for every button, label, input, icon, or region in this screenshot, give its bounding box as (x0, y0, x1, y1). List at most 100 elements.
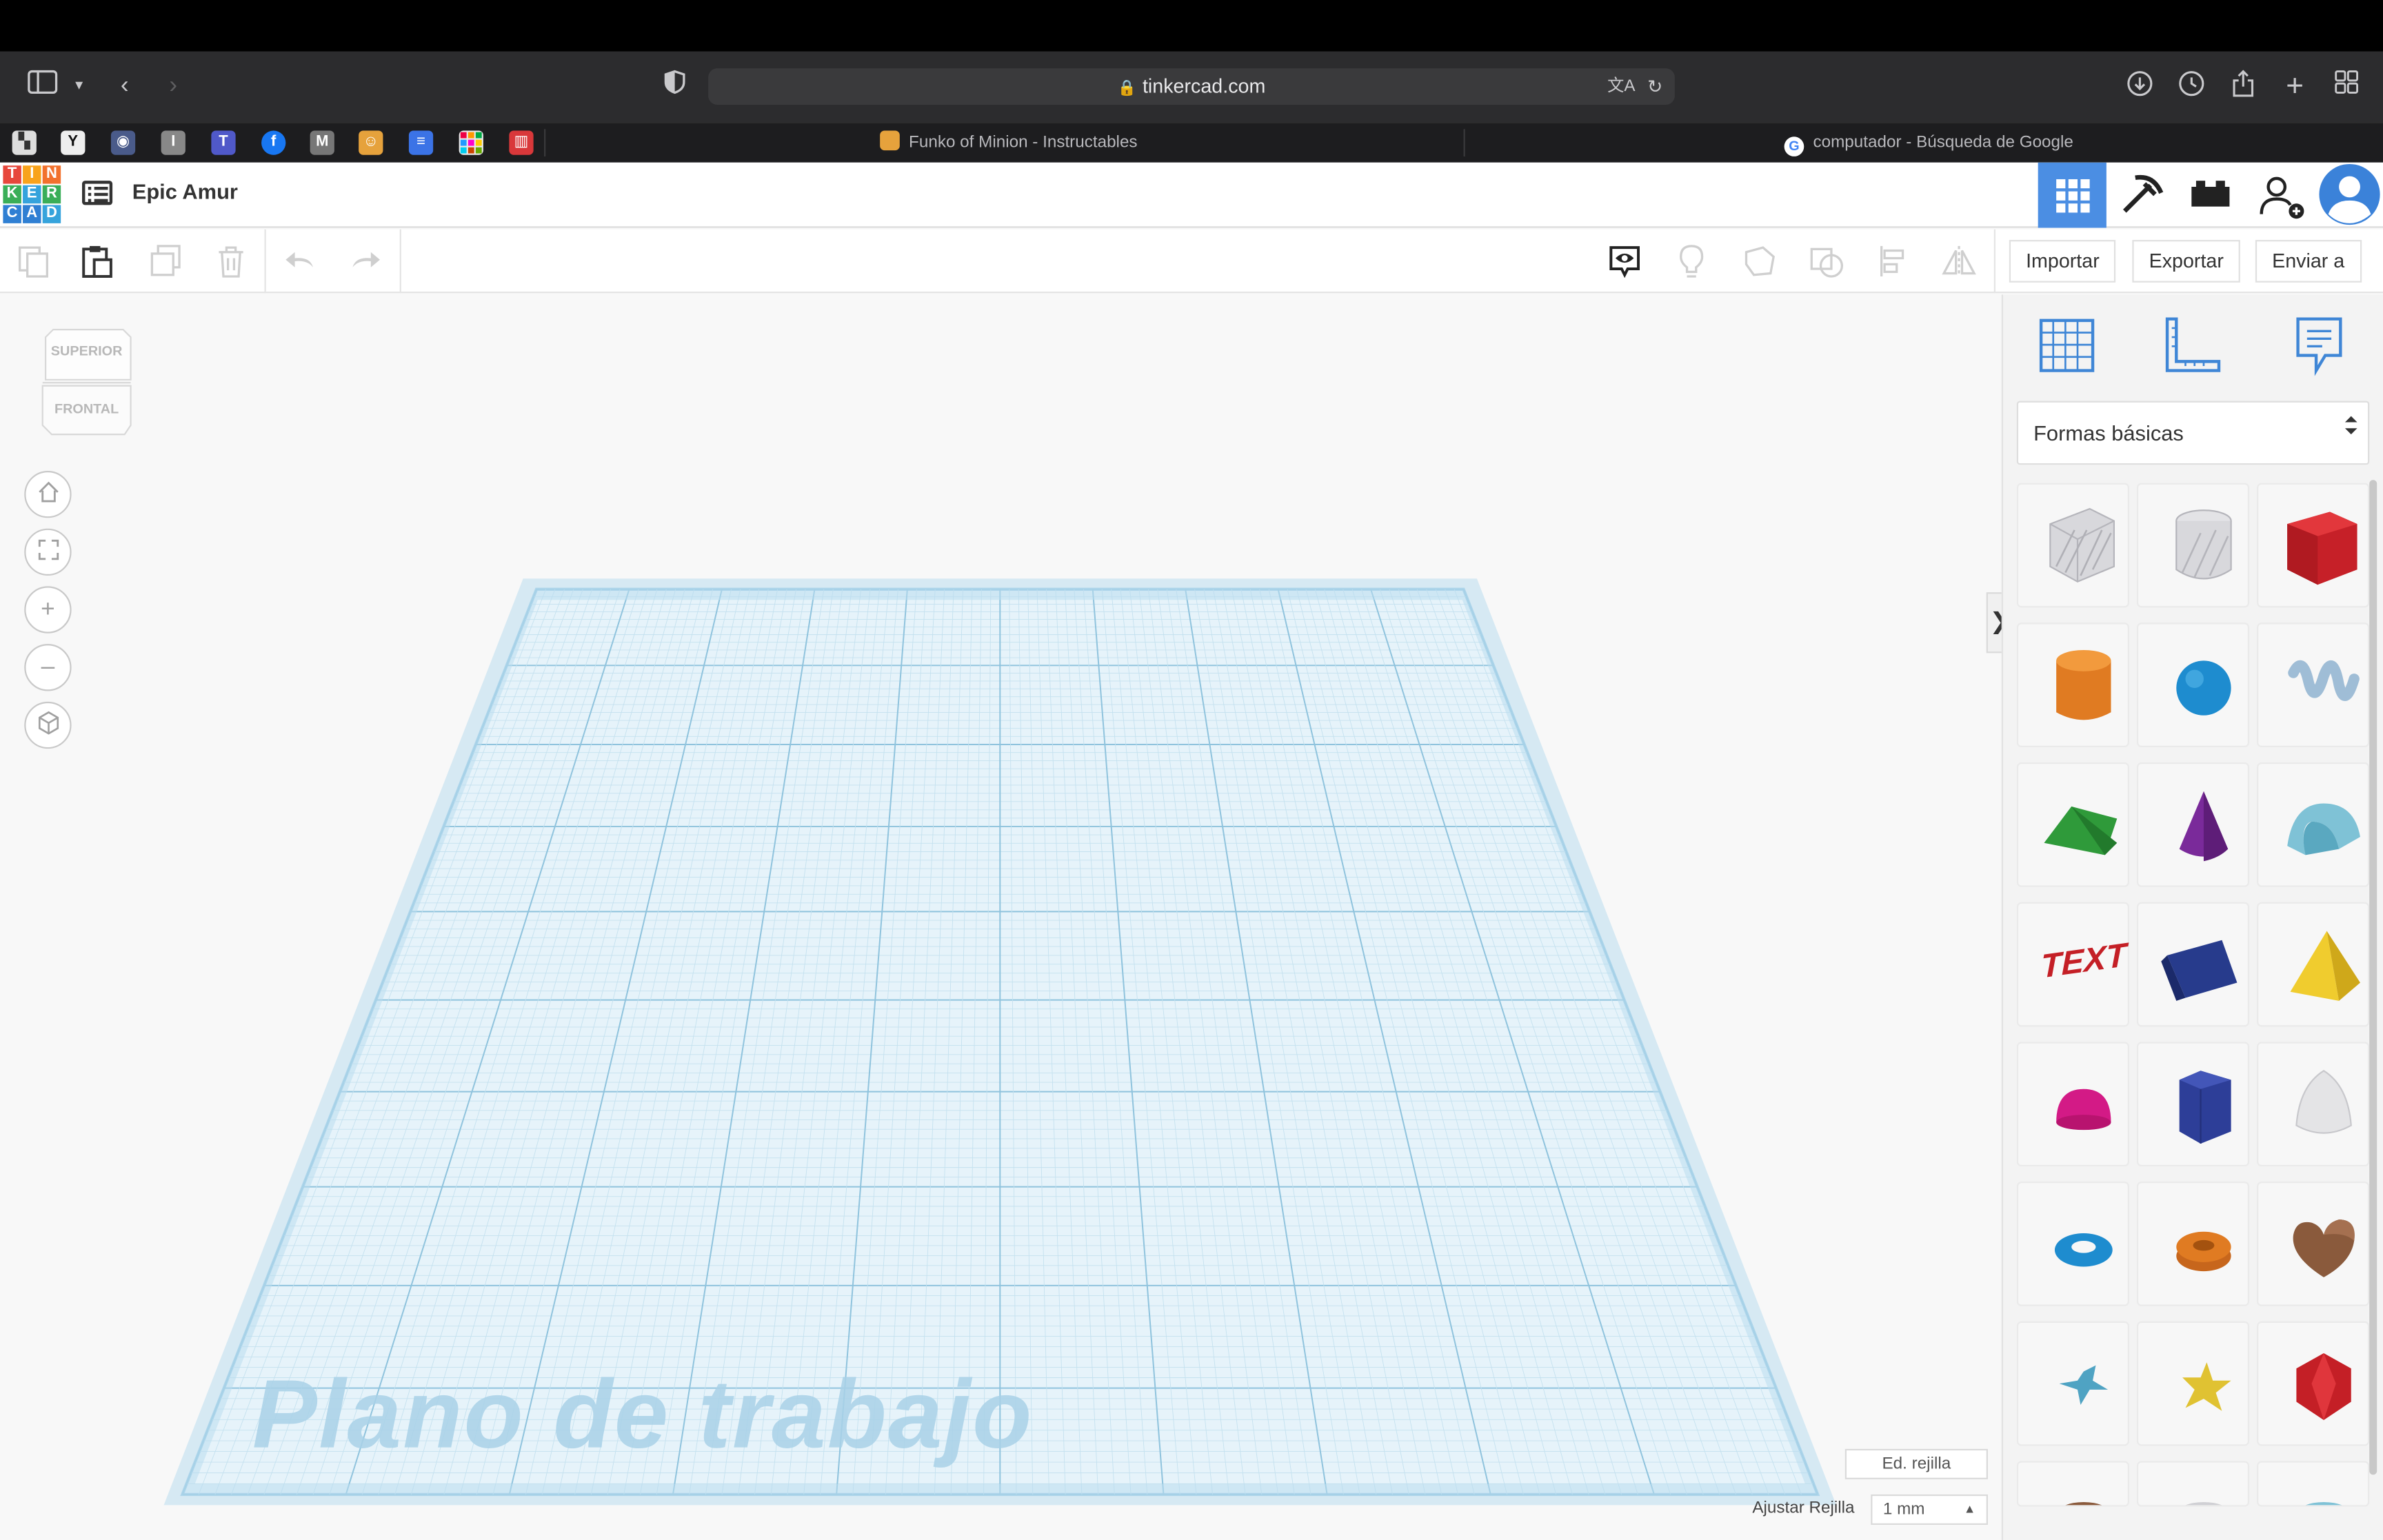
logo-letter: A (23, 205, 41, 223)
shape-icosahedron[interactable] (2257, 1321, 2370, 1446)
translate-icon[interactable]: 文A (1607, 68, 1635, 105)
tab-instructables[interactable]: Funko of Minion - Instructables (880, 123, 1138, 162)
shape-half-sphere-icon (2056, 1088, 2111, 1131)
shape-heart[interactable] (2257, 1182, 2370, 1306)
history-icon[interactable] (2173, 70, 2210, 103)
download-icon[interactable] (2122, 70, 2158, 103)
workplane-grid[interactable] (0, 294, 2002, 1540)
copy-icon[interactable] (15, 243, 52, 280)
shape-star-gold[interactable] (2136, 1321, 2250, 1446)
bookmark-1-icon[interactable]: ▚ (12, 130, 37, 155)
shape-scribble-icon (2288, 660, 2360, 701)
shape-cylinder-hole-icon (2175, 509, 2232, 580)
bricks-icon[interactable] (2176, 163, 2244, 228)
design-list-icon[interactable] (82, 179, 113, 207)
address-bar[interactable]: 🔒 tinkercad.com 文A ↻ (708, 68, 1675, 105)
scrollbar[interactable] (2369, 480, 2377, 1475)
shape-cylinder-hole[interactable] (2136, 483, 2250, 608)
shield-badge-icon[interactable]: ◉ (110, 130, 136, 155)
tab-google[interactable]: Gcomputador - Búsqueda de Google (1784, 123, 2073, 162)
calendar-icon[interactable] (459, 130, 483, 155)
workplane-viewport[interactable]: SUPERIOR FRONTAL + – Plano de trabajo Ed… (0, 294, 2002, 1540)
send-to-button[interactable]: Enviar a (2255, 240, 2362, 283)
logo-letter: T (3, 165, 21, 184)
profile-avatar[interactable] (2315, 163, 2383, 228)
shape-cone[interactable] (2136, 762, 2250, 887)
logo-letter: C (3, 205, 21, 223)
app-header: T I N K E R C A D Epic Amur (0, 162, 2383, 228)
shape-box-hole[interactable] (2016, 483, 2129, 608)
shape-tube[interactable] (2136, 1182, 2250, 1306)
shape-star[interactable] (2016, 1321, 2129, 1446)
shape-partial[interactable] (2257, 1461, 2370, 1507)
edit-toolbar: Importar Exportar Enviar a (0, 229, 2383, 294)
delete-icon[interactable] (213, 243, 250, 280)
facebook-icon[interactable]: f (261, 130, 286, 155)
share-icon[interactable] (2225, 70, 2262, 103)
shape-roof[interactable] (2016, 762, 2129, 887)
shape-sphere[interactable] (2136, 622, 2250, 747)
shape-polygon-icon (2179, 1071, 2231, 1144)
align-icon[interactable] (1876, 243, 1912, 280)
lock-icon: 🔒 (1117, 80, 1137, 98)
book-icon[interactable]: ▥ (509, 130, 534, 155)
ruler-tool-icon[interactable] (2161, 313, 2222, 377)
shape-partial[interactable] (2136, 1461, 2250, 1507)
lightbulb-icon[interactable] (1673, 243, 1710, 280)
3d-view-button[interactable] (2038, 162, 2107, 228)
design-title[interactable]: Epic Amur (132, 179, 238, 203)
ungroup-icon[interactable] (1809, 243, 1845, 280)
shape-star-gold-icon (2182, 1362, 2231, 1411)
medium-icon[interactable]: M (310, 130, 334, 155)
docs-icon[interactable]: ≡ (408, 130, 434, 155)
shape-round-roof-icon (2287, 803, 2360, 855)
workplane-tool-icon[interactable] (2036, 313, 2097, 377)
shape-box-hole-icon (2049, 507, 2115, 583)
shape-scribble[interactable] (2257, 622, 2370, 747)
add-user-icon[interactable] (2244, 163, 2313, 228)
new-tab-icon[interactable]: + (2277, 70, 2313, 103)
shape-torus-icon (2054, 1233, 2113, 1267)
undo-icon[interactable] (283, 243, 319, 280)
privacy-shield-icon[interactable] (656, 70, 693, 103)
shape-pyramid[interactable] (2257, 902, 2370, 1027)
shape-text[interactable]: TEXT (2016, 902, 2129, 1027)
chevron-down-icon[interactable]: ▾ (61, 70, 97, 103)
snap-grid-value: 1 mm (1882, 1500, 1925, 1519)
forward-icon[interactable]: › (155, 70, 192, 103)
shape-wedge[interactable] (2136, 902, 2250, 1027)
reload-icon[interactable]: ↻ (1647, 68, 1662, 105)
back-icon[interactable]: ‹ (106, 70, 143, 103)
import-button[interactable]: Importar (2009, 240, 2117, 283)
instructables-icon[interactable]: I (161, 130, 185, 155)
shape-partial[interactable] (2016, 1461, 2129, 1507)
shape-category-select[interactable]: Formas básicas (2016, 401, 2370, 465)
shape-paraboloid[interactable] (2257, 1042, 2370, 1167)
shape-half-sphere[interactable] (2016, 1042, 2129, 1167)
minion-icon[interactable]: ☺ (359, 130, 383, 155)
yahoo-icon[interactable]: Y (61, 130, 86, 155)
edit-grid-button[interactable]: Ed. rejilla (1844, 1448, 1988, 1479)
paste-icon[interactable] (79, 243, 116, 280)
shape-paraboloid-icon (2295, 1069, 2352, 1134)
shape-polygon[interactable] (2136, 1042, 2250, 1167)
mirror-icon[interactable] (1941, 243, 1978, 280)
tab-overview-icon[interactable] (2329, 70, 2365, 103)
shape-cone-icon (2179, 791, 2229, 862)
shape-torus[interactable] (2016, 1182, 2129, 1306)
shape-round-roof[interactable] (2257, 762, 2370, 887)
redo-icon[interactable] (347, 243, 383, 280)
duplicate-icon[interactable] (148, 243, 184, 280)
notes-tool-icon[interactable] (2289, 313, 2349, 377)
shape-box[interactable] (2257, 483, 2370, 608)
tinkercad-logo[interactable]: T I N K E R C A D (3, 165, 63, 226)
teams-icon[interactable]: T (211, 130, 236, 155)
shape-cylinder[interactable] (2016, 622, 2129, 747)
group-icon[interactable] (1742, 243, 1778, 280)
export-button[interactable]: Exportar (2132, 240, 2241, 283)
blocks-pickaxe-icon[interactable] (2108, 163, 2176, 228)
notes-eye-icon[interactable] (1607, 243, 1643, 280)
caret-up-icon: ▲ (1963, 1501, 1976, 1516)
sidebar-icon[interactable] (24, 70, 61, 103)
snap-grid-select[interactable]: 1 mm ▲ (1871, 1494, 1988, 1526)
